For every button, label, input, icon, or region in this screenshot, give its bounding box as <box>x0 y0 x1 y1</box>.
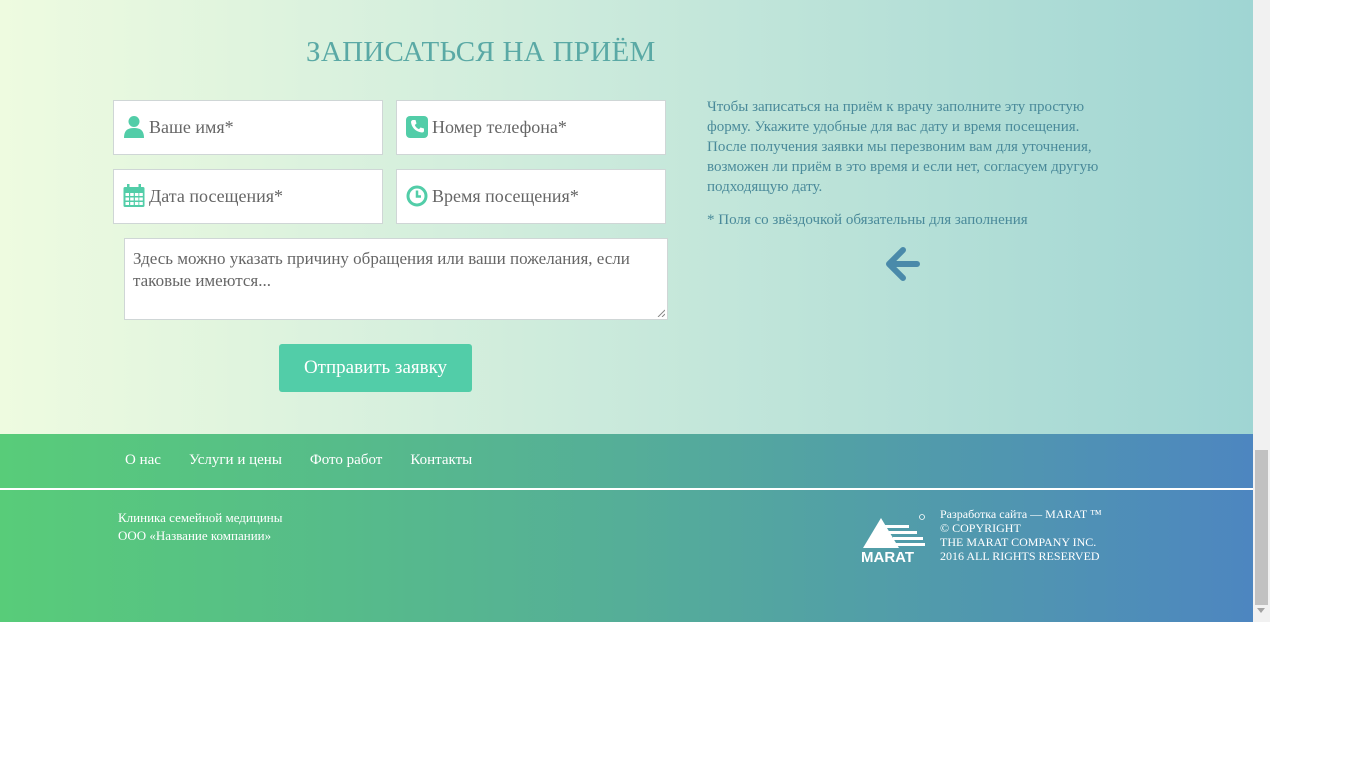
message-textarea[interactable]: Здесь можно указать причину обращения ил… <box>124 238 668 320</box>
arrow-left-icon <box>886 247 920 281</box>
date-placeholder: Дата посещения* <box>149 186 284 206</box>
calendar-icon <box>123 184 145 207</box>
footer-divider <box>0 488 1253 490</box>
footer-link-services[interactable]: Услуги и цены <box>189 452 282 469</box>
date-input[interactable]: Дата посещения* <box>113 169 383 224</box>
phone-icon <box>406 116 428 138</box>
footer-link-photos[interactable]: Фото работ <box>310 452 382 469</box>
name-input[interactable]: Ваше имя* <box>113 100 383 155</box>
company-line-1: Клиника семейной медицины <box>118 510 283 525</box>
logo-text: MARAT <box>861 549 914 564</box>
dev-line-4: 2016 ALL RIGHTS RESERVED <box>940 549 1100 563</box>
footer-nav: О нас Услуги и цены Фото работ Контакты <box>125 452 472 469</box>
info-text: Чтобы записаться на приём к врачу заполн… <box>707 97 1107 197</box>
user-icon <box>124 116 144 138</box>
appointment-section: ЗАПИСАТЬСЯ НА ПРИЁМ Ваше имя* Номер теле… <box>0 0 1253 434</box>
required-note: * Поля со звёздочкой обязательны для зап… <box>707 212 1028 228</box>
phone-placeholder: Номер телефона* <box>432 117 567 137</box>
footer-link-contacts[interactable]: Контакты <box>410 452 472 469</box>
time-input[interactable]: Время посещения* <box>396 169 666 224</box>
info-paragraph: Чтобы записаться на приём к врачу заполн… <box>707 99 1099 195</box>
dev-line-3: THE MARAT COMPANY INC. <box>940 535 1097 549</box>
company-line-2: ООО «Название компании» <box>118 528 272 543</box>
phone-input[interactable]: Номер телефона* <box>396 100 666 155</box>
section-title: ЗАПИСАТЬСЯ НА ПРИЁМ <box>306 36 656 68</box>
company-info: Клиника семейной медицины ООО «Название … <box>118 509 283 545</box>
submit-button[interactable]: Отправить заявку <box>279 344 472 392</box>
dev-line-2: © COPYRIGHT <box>940 521 1021 535</box>
developer-info: Разработка сайта — MARAT ™ © COPYRIGHT T… <box>940 507 1102 563</box>
scroll-down-icon[interactable] <box>1257 608 1265 613</box>
resize-handle-icon[interactable] <box>657 309 665 317</box>
scrollbar-thumb[interactable] <box>1255 450 1268 605</box>
page-scrollbar[interactable] <box>1253 0 1270 622</box>
footer-link-about[interactable]: О нас <box>125 452 161 469</box>
message-placeholder: Здесь можно указать причину обращения ил… <box>133 249 630 290</box>
time-placeholder: Время посещения* <box>432 186 579 206</box>
page: ЗАПИСАТЬСЯ НА ПРИЁМ Ваше имя* Номер теле… <box>0 0 1253 622</box>
marat-logo[interactable]: MARAT <box>861 512 929 564</box>
dev-line-1[interactable]: Разработка сайта — MARAT ™ <box>940 507 1102 521</box>
clock-icon <box>406 185 428 207</box>
footer: О нас Услуги и цены Фото работ Контакты … <box>0 434 1253 622</box>
name-placeholder: Ваше имя* <box>149 117 234 137</box>
